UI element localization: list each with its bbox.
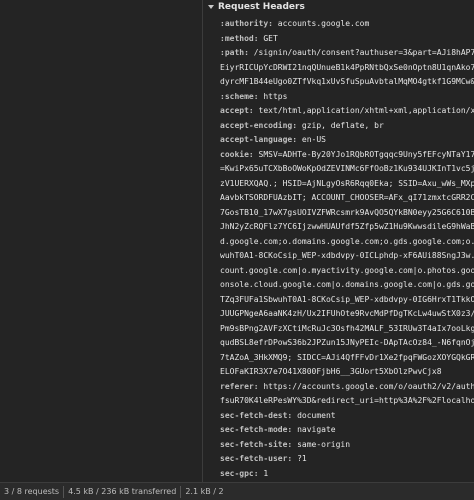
header-row: TZq3FUFa1SbwuhT0A1-8CKoCsip_WEP-xdbdvpy-… — [220, 293, 474, 308]
header-value: document — [292, 410, 336, 420]
header-row: accept-encoding: gzip, deflate, br — [220, 119, 474, 134]
header-value: 1 — [258, 468, 269, 478]
header-row: AavbkTSORDFUAzbIT; ACCOUNT_CHOOSER=AFx_q… — [220, 191, 474, 206]
header-value: same-origin — [292, 439, 351, 449]
header-row: wuhT0A1-8CKoCsip_WEP-xdbdvpy-0ICLphdp-xF… — [220, 249, 474, 264]
header-value: /signin/oauth/consent?authuser=3&part=AJ… — [253, 48, 474, 57]
section-title: Request Headers — [218, 2, 305, 12]
header-name: :method: — [220, 33, 259, 43]
header-row: JhN2yZcRQFlz7YC6IjzwwHUAUfdf5Zfp5wZ1Hu9K… — [220, 220, 474, 235]
header-name: sec-fetch-dest: — [220, 410, 293, 420]
header-value: zV1UERXQAQ.; HSID=AjNLgyOsR6Rqq0Eka; SSI… — [220, 178, 474, 188]
header-name: sec-fetch-user: — [220, 454, 293, 463]
header-row: sec-fetch-site: same-origin — [220, 438, 474, 453]
header-name: sec-fetch-mode: — [220, 425, 293, 434]
header-row: :path: /signin/oauth/consent?authuser=3&… — [220, 46, 474, 61]
header-value: GET — [258, 33, 278, 43]
header-value: 7GosTB10_17wX7gsUOIVZFWRcsmrk9AvQO5QYkBN… — [220, 207, 474, 217]
header-value: TZq3FUFa1SbwuhT0A1-8CKoCsip_WEP-xdbdvpy-… — [220, 294, 474, 304]
header-value: SMSV=ADHTe-By20YJo1RQbROTgqqc9Uny5fEFcyN… — [258, 149, 474, 159]
header-row: :method: GET — [220, 32, 474, 47]
header-row: :scheme: https — [220, 90, 474, 105]
header-row: =KwiPx65uTCXbBoOWoKpOdZEVINMc6FfOoBz1Ku9… — [220, 162, 474, 177]
header-value: ELOFaKIR3X7e7O41X800FjbH6__3GUort5XbOlzP… — [220, 367, 442, 376]
transferred-size: 4.5 kB / 236 kB transferred — [68, 487, 177, 496]
resources-size: 2.1 kB / 2 — [185, 487, 224, 496]
header-row: accept: text/html,application/xhtml+xml,… — [220, 104, 474, 119]
header-value: text/html,application/xhtml+xml,applicat… — [258, 106, 474, 115]
header-row: 7tAZoA_3HkXMQ9; SIDCC=AJi4QfFFvDr1Xe2fpq… — [220, 351, 474, 366]
header-name: accept-language: — [220, 135, 298, 144]
header-value: AavbkTSORDFUAzbIT; ACCOUNT_CHOOSER=AFx_q… — [220, 193, 474, 202]
header-row: referer: https://accounts.google.com/o/o… — [220, 380, 474, 395]
header-row: count.google.com|o.myactivity.google.com… — [220, 264, 474, 279]
header-row: ELOFaKIR3X7e7O41X800FjbH6__3GUort5XbOlzP… — [220, 365, 474, 380]
header-value: https — [258, 91, 288, 101]
header-name: cookie: — [220, 149, 254, 159]
header-name: :authority: — [220, 19, 273, 28]
header-name: :scheme: — [220, 91, 259, 101]
status-bar: 3 / 8 requests 4.5 kB / 236 kB transferr… — [0, 482, 474, 500]
header-value: onsole.cloud.google.com|o.domains.google… — [220, 280, 474, 289]
header-value: Pm9sBPng2AVFzXCtiMcRuJc3Osfh42MALF_53IRU… — [220, 323, 474, 333]
header-value: en-US — [297, 135, 326, 144]
header-row: d.google.com;o.domains.google.com;o.gds.… — [220, 235, 474, 250]
header-row: JUUGPNgeA6aaNK4zH/Ux2IFUhOte9RvcMdPfDgTK… — [220, 307, 474, 322]
header-value: =KwiPx65uTCXbBoOWoKpOdZEVINMc6FfOoBz1Ku9… — [220, 164, 474, 173]
header-value: JhN2yZcRQFlz7YC6IjzwwHUAUfdf5Zfp5wZ1Hu9K… — [220, 222, 474, 231]
header-name: sec-gpc: — [220, 468, 259, 478]
header-value: EiyrRICUpYcDRWI21nqQUnueB1k4PpRNtbQxSe0n… — [220, 62, 474, 72]
header-row: cookie: SMSV=ADHTe-By20YJo1RQbROTgqqc9Un… — [220, 148, 474, 163]
header-name: accept: — [220, 106, 254, 115]
header-name: :path: — [220, 48, 249, 57]
request-list-pane — [0, 0, 202, 482]
header-value: wuhT0A1-8CKoCsip_WEP-xdbdvpy-0ICLphdp-xF… — [220, 251, 474, 260]
request-headers-section-toggle[interactable]: Request Headers — [203, 0, 474, 14]
header-value: qudBSL8efrDPowS36b2JPZun15JNyPEIc-DApTAc… — [220, 338, 474, 347]
header-value: ?1 — [292, 454, 307, 463]
header-row: sec-gpc: 1 — [220, 467, 474, 482]
header-name: referer: — [220, 381, 259, 391]
header-value: fsuR70K4leRPesWY%3D&redirect_uri=http%3A… — [220, 396, 474, 405]
header-value: d.google.com;o.domains.google.com;o.gds.… — [220, 236, 474, 246]
header-value: JUUGPNgeA6aaNK4zH/Ux2IFUhOte9RvcMdPfDgTK… — [220, 309, 474, 318]
header-value: navigate — [292, 425, 336, 434]
header-row: zV1UERXQAQ.; HSID=AjNLgyOsR6Rqq0Eka; SSI… — [220, 177, 474, 192]
header-value: gzip, deflate, br — [297, 120, 384, 130]
header-row: sec-fetch-user: ?1 — [220, 452, 474, 467]
triangle-down-icon — [208, 5, 214, 9]
header-row: onsole.cloud.google.com|o.domains.google… — [220, 278, 474, 293]
header-row: Pm9sBPng2AVFzXCtiMcRuJc3Osfh42MALF_53IRU… — [220, 322, 474, 337]
header-row: 7GosTB10_17wX7gsUOIVZFWRcsmrk9AvQO5QYkBN… — [220, 206, 474, 221]
header-value: accounts.google.com — [272, 19, 370, 28]
request-count: 3 / 8 requests — [4, 487, 60, 496]
header-row: qudBSL8efrDPowS36b2JPZun15JNyPEIc-DApTAc… — [220, 336, 474, 351]
header-row: sec-fetch-mode: navigate — [220, 423, 474, 438]
header-row: EiyrRICUpYcDRWI21nqQUnueB1k4PpRNtbQxSe0n… — [220, 61, 474, 76]
header-row: accept-language: en-US — [220, 133, 474, 148]
headers-pane: Request Headers :authority: accounts.goo… — [203, 0, 474, 482]
header-value: count.google.com|o.myactivity.google.com… — [220, 265, 474, 275]
header-row: :authority: accounts.google.com — [220, 17, 474, 32]
header-list: :authority: accounts.google.com:method: … — [220, 17, 474, 482]
header-value: 7tAZoA_3HkXMQ9; SIDCC=AJi4QfFFvDr1Xe2fpq… — [220, 352, 474, 362]
header-name: sec-fetch-site: — [220, 439, 293, 449]
header-row: sec-fetch-dest: document — [220, 409, 474, 424]
header-name: accept-encoding: — [220, 120, 298, 130]
header-row: fsuR70K4leRPesWY%3D&redirect_uri=http%3A… — [220, 394, 474, 409]
header-row: dyrcMF1B44eUgo0ZTfVkq1xUvSfuSpuAvbtalMqM… — [220, 75, 474, 90]
header-value: https://accounts.google.com/o/oauth2/v2/… — [263, 381, 474, 391]
header-value: dyrcMF1B44eUgo0ZTfVkq1xUvSfuSpuAvbtalMqM… — [220, 77, 474, 86]
